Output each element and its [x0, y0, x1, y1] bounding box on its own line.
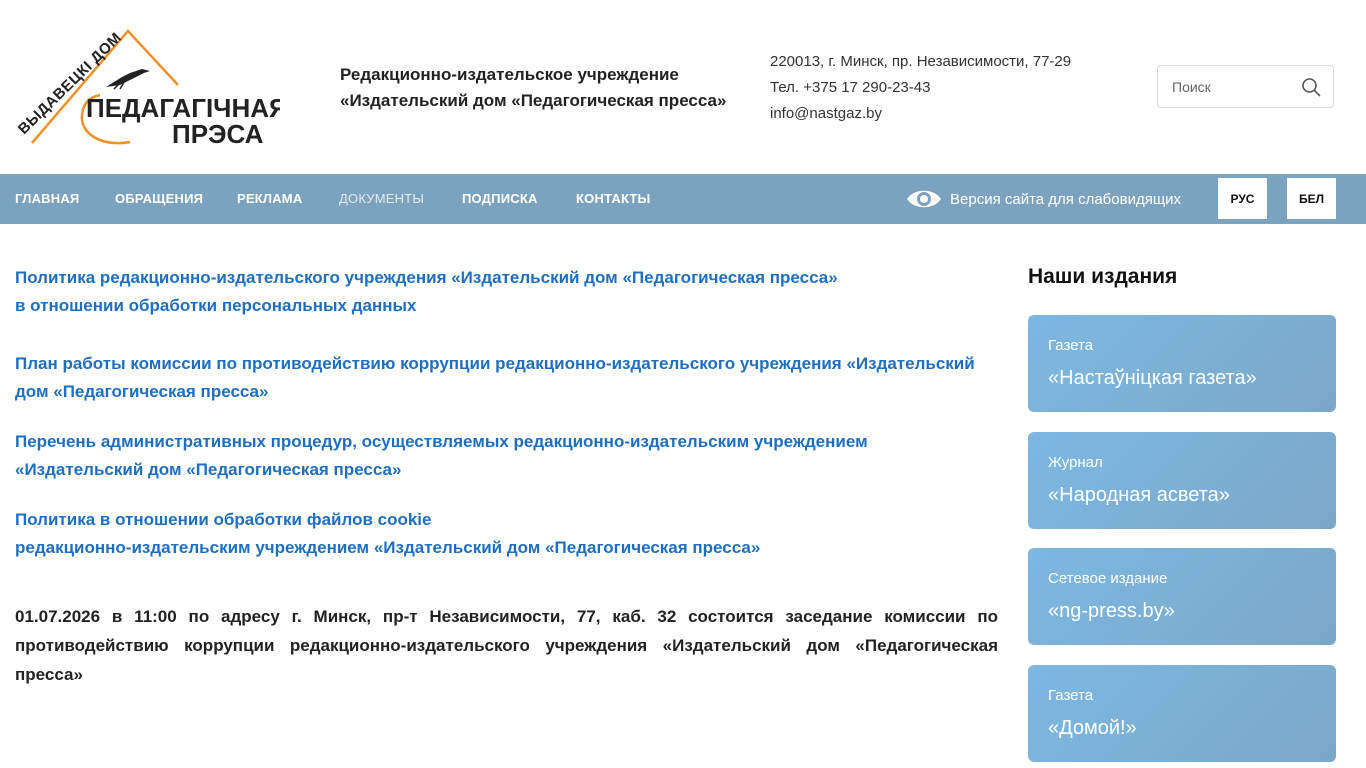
- sidebar-title: Наши издания: [1028, 265, 1178, 288]
- lang-ru-button[interactable]: РУС: [1218, 178, 1267, 219]
- nav-item-documents[interactable]: ДОКУМЕНТЫ: [339, 191, 424, 206]
- main-navigation: ГЛАВНАЯ ОБРАЩЕНИЯ РЕКЛАМА ДОКУМЕНТЫ ПОДП…: [0, 174, 1366, 224]
- low-vision-label: Версия сайта для слабовидящих: [950, 190, 1182, 208]
- phone[interactable]: Тел. +375 17 290-23-43: [770, 75, 1071, 101]
- org-name-line2: «Издательский дом «Педагогическая пресса…: [340, 91, 727, 110]
- search-box: [1157, 65, 1334, 108]
- document-link-line: дом «Педагогическая пресса»: [15, 382, 269, 401]
- document-link-anticorruption-plan[interactable]: План работы комиссии по противодействию …: [15, 350, 975, 406]
- document-link-line: редакционно-издательским учреждением «Из…: [15, 538, 761, 557]
- stork-icon: [106, 69, 150, 87]
- publication-name: «Домой!»: [1048, 717, 1137, 739]
- publication-type: Сетевое издание: [1048, 570, 1168, 587]
- document-link-administrative-procedures[interactable]: Перечень административных процедур, осущ…: [15, 428, 868, 484]
- logo-line2: ПРЭСА: [172, 119, 264, 149]
- eye-icon: [907, 190, 941, 208]
- publication-name: «ng-press.by»: [1048, 600, 1175, 622]
- publication-name: «Настаўніцкая газета»: [1048, 367, 1257, 389]
- nav-item-home[interactable]: ГЛАВНАЯ: [15, 191, 79, 206]
- search-icon[interactable]: [1301, 77, 1321, 97]
- search-input[interactable]: [1172, 77, 1292, 97]
- address: 220013, г. Минск, пр. Независимости, 77-…: [770, 53, 1072, 70]
- nav-item-subscription[interactable]: ПОДПИСКА: [462, 191, 538, 206]
- document-link-cookie-policy[interactable]: Политика в отношении обработки файлов co…: [15, 506, 760, 562]
- publication-card[interactable]: Газета «Домой!»: [1028, 665, 1336, 762]
- document-link-line: План работы комиссии по противодействию …: [15, 354, 975, 373]
- nav-item-advertising[interactable]: РЕКЛАМА: [237, 191, 302, 206]
- nav-item-contacts[interactable]: КОНТАКТЫ: [576, 191, 650, 206]
- document-link-line: Политика в отношении обработки файлов co…: [15, 510, 432, 529]
- publication-type: Газета: [1048, 337, 1094, 354]
- document-link-line: Перечень административных процедур, осущ…: [15, 432, 868, 451]
- contact-info: 220013, г. Минск, пр. Независимости, 77-…: [770, 49, 1071, 127]
- publication-card[interactable]: Сетевое издание «ng-press.by»: [1028, 548, 1336, 645]
- lang-be-button[interactable]: БЕЛ: [1287, 178, 1336, 219]
- org-name-line1: Редакционно-издательское учреждение: [340, 65, 679, 84]
- publication-card[interactable]: Газета «Настаўніцкая газета»: [1028, 315, 1336, 412]
- document-link-personal-data-policy[interactable]: Политика редакционно-издательского учреж…: [15, 264, 838, 320]
- document-link-line: в отношении обработки персональных данны…: [15, 296, 417, 315]
- publication-name: «Народная асвета»: [1048, 484, 1230, 506]
- document-link-line: Политика редакционно-издательского учреж…: [15, 268, 838, 287]
- organization-name: Редакционно-издательское учреждение «Изд…: [340, 62, 760, 114]
- site-header: ВЫДАВЕЦКІ ДОМ ПЕДАГАГІЧНАЯ ПРЭСА Редакци…: [0, 0, 1366, 174]
- logo-graphic: ВЫДАВЕЦКІ ДОМ ПЕДАГАГІЧНАЯ ПРЭСА: [15, 29, 288, 149]
- publication-type: Журнал: [1048, 454, 1103, 471]
- document-link-line: «Издательский дом «Педагогическая пресса…: [15, 460, 402, 479]
- site-logo[interactable]: ВЫДАВЕЦКІ ДОМ ПЕДАГАГІЧНАЯ ПРЭСА: [10, 25, 288, 150]
- commission-meeting-notice: 01.07.2026 в 11:00 по адресу г. Минск, п…: [15, 607, 998, 684]
- publication-card[interactable]: Журнал «Народная асвета»: [1028, 432, 1336, 529]
- low-vision-version-link[interactable]: Версия сайта для слабовидящих: [906, 186, 1181, 212]
- nav-item-appeals[interactable]: ОБРАЩЕНИЯ: [115, 191, 203, 206]
- publication-type: Газета: [1048, 687, 1094, 704]
- email[interactable]: info@nastgaz.by: [770, 101, 1071, 127]
